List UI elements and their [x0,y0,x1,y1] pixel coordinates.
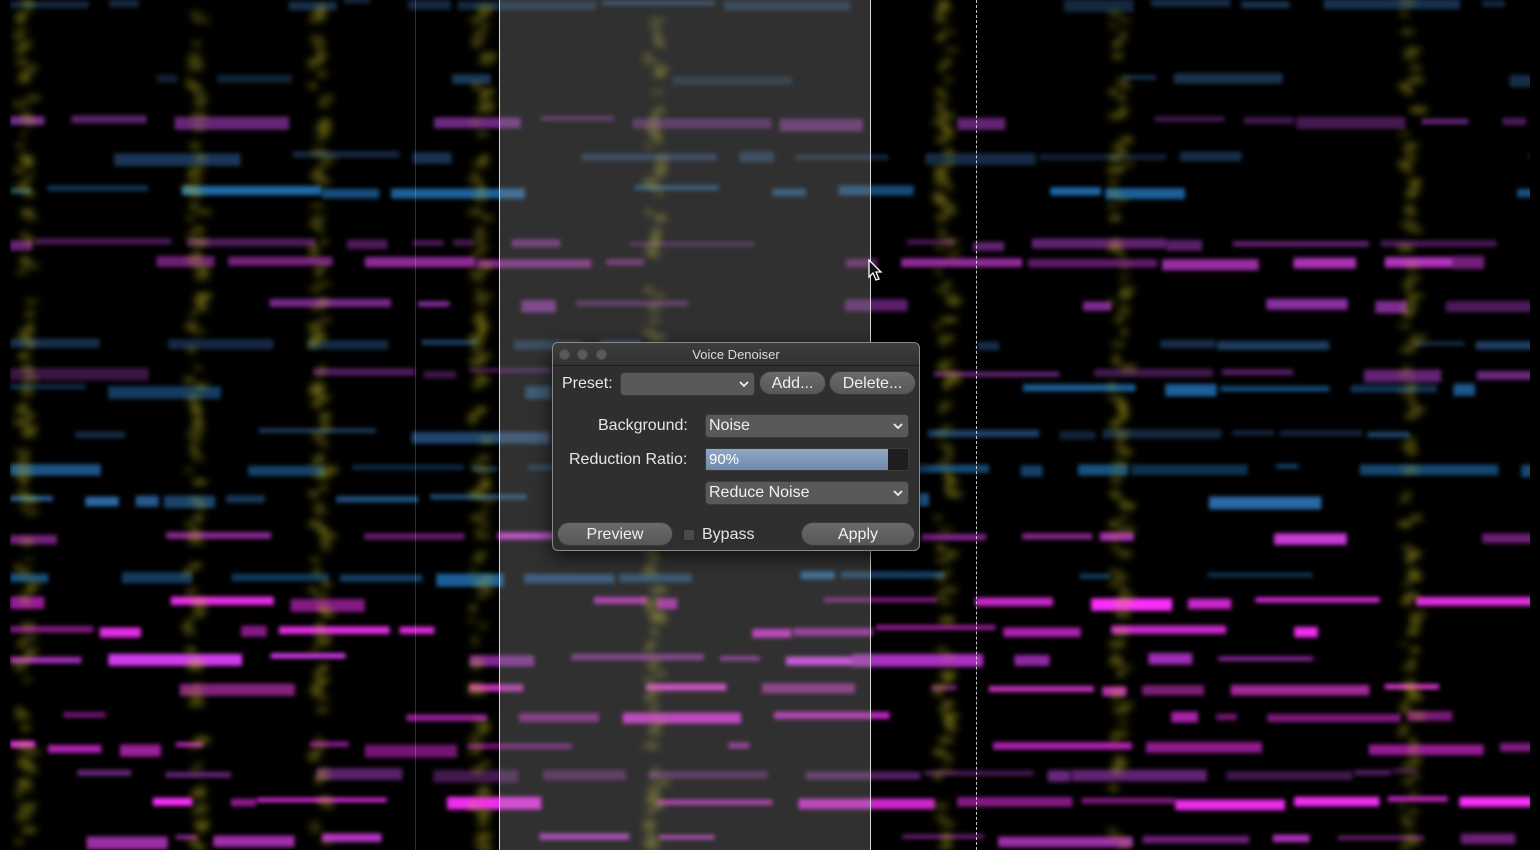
background-label: Background: [598,417,688,434]
apply-button[interactable]: Apply [801,522,915,546]
reduction-ratio-slider[interactable]: 90% [705,448,909,471]
preset-label: Preset: [562,375,613,392]
background-value: Noise [709,417,750,434]
delete-preset-button[interactable]: Delete... [829,371,916,395]
playhead-line[interactable] [976,0,977,850]
preset-select[interactable] [620,372,755,396]
bypass-checkbox[interactable] [683,529,695,541]
preview-button[interactable]: Preview [557,522,673,546]
mode-select[interactable]: Reduce Noise [705,481,909,505]
mouse-pointer-icon [868,259,883,281]
divider-line [415,0,416,850]
chevron-down-icon [893,423,903,430]
reduction-ratio-value: 90% [709,451,740,468]
title-bar[interactable]: Voice Denoiser [553,343,919,366]
chevron-down-icon [893,490,903,497]
reduction-ratio-label: Reduction Ratio: [569,451,688,468]
bypass-label: Bypass [702,526,755,543]
window-title: Voice Denoiser [692,347,780,362]
mode-value: Reduce Noise [709,484,810,501]
add-preset-button[interactable]: Add... [759,371,826,395]
background-select[interactable]: Noise [705,414,909,438]
chevron-down-icon [739,381,749,388]
